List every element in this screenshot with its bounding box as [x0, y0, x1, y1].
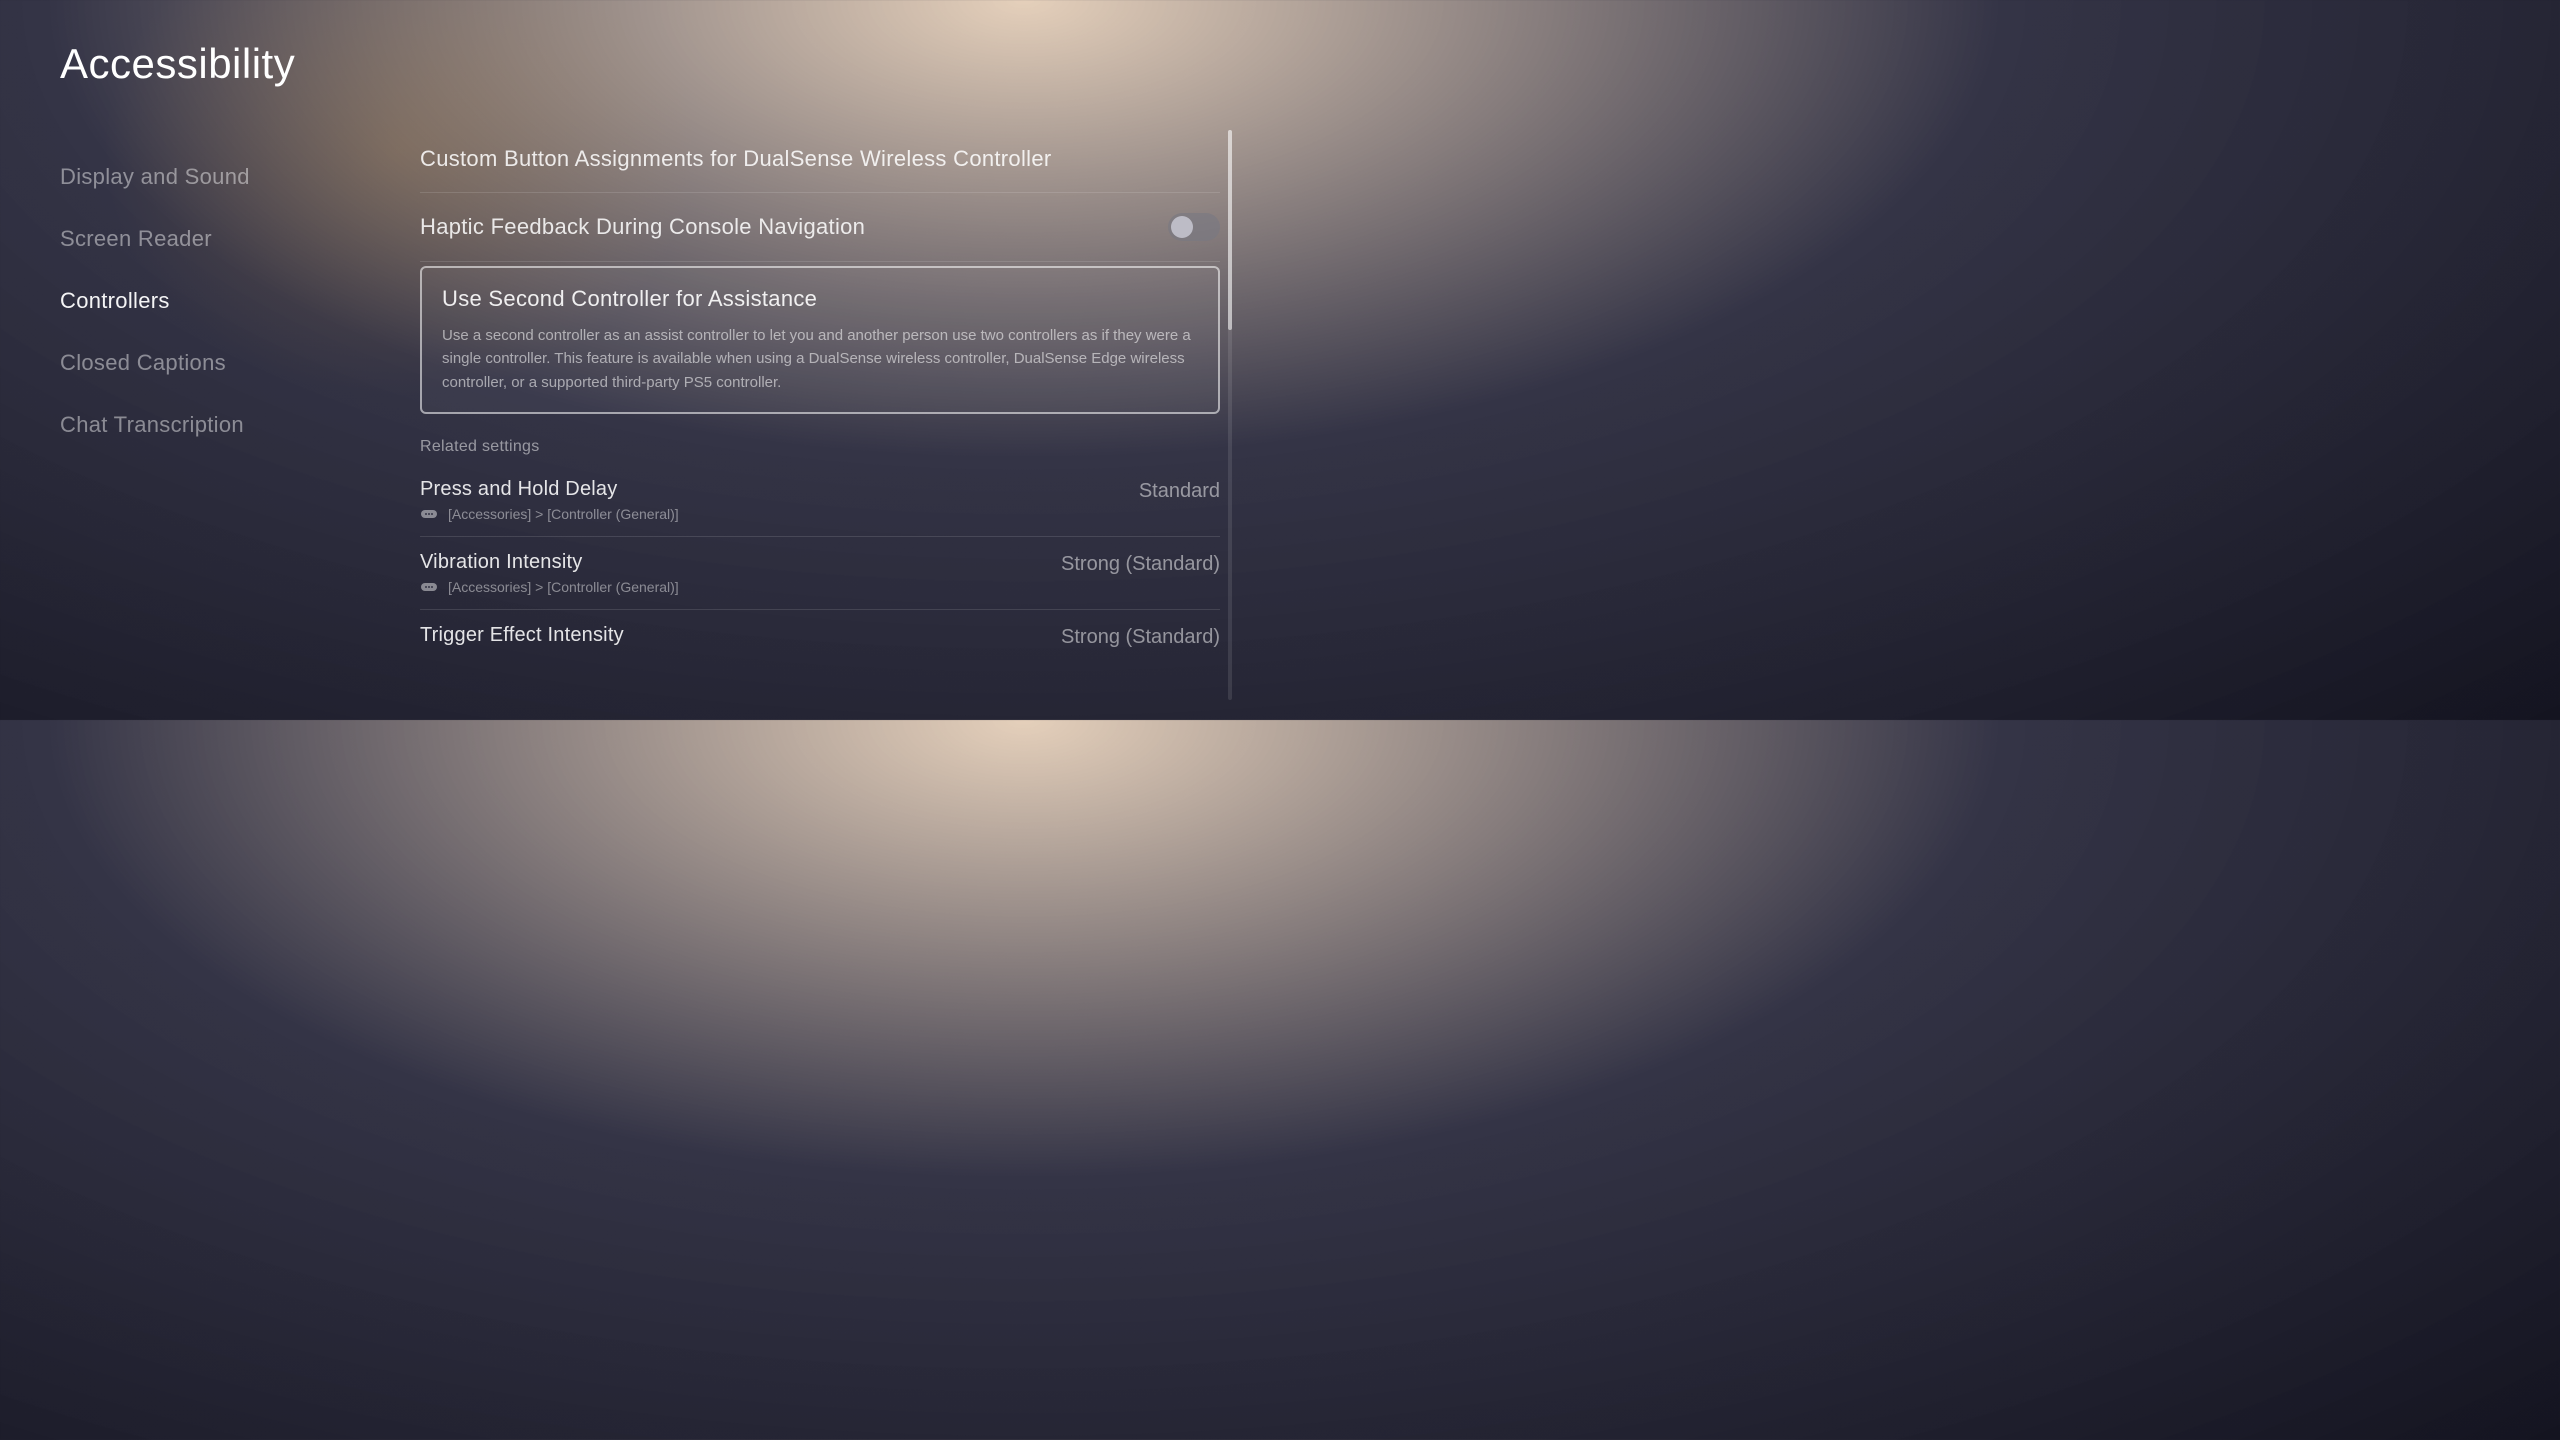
press-hold-path: [Accessories] > [Controller (General)]	[420, 506, 679, 522]
related-setting-trigger[interactable]: Trigger Effect Intensity Strong (Standar…	[420, 610, 1220, 663]
trigger-value: Strong (Standard)	[1061, 624, 1220, 649]
related-setting-vibration[interactable]: Vibration Intensity [Accessories] > [Con…	[420, 537, 1220, 610]
settings-list: Custom Button Assignments for DualSense …	[420, 138, 1220, 663]
main-content: Custom Button Assignments for DualSense …	[400, 138, 1220, 720]
press-hold-left: Press and Hold Delay [Accessories] > [Co…	[420, 478, 679, 522]
custom-button-label: Custom Button Assignments for DualSense …	[420, 146, 1052, 172]
related-setting-press-hold[interactable]: Press and Hold Delay [Accessories] > [Co…	[420, 464, 1220, 537]
haptic-feedback-label: Haptic Feedback During Console Navigatio…	[420, 214, 865, 240]
sidebar-item-chat-transcription[interactable]: Chat Transcription	[60, 394, 400, 456]
sidebar-item-closed-captions[interactable]: Closed Captions	[60, 332, 400, 394]
page-container: Accessibility Display and Sound Screen R…	[0, 0, 1280, 720]
second-controller-desc: Use a second controller as an assist con…	[442, 324, 1198, 394]
sidebar: Display and Sound Screen Reader Controll…	[60, 138, 400, 720]
vibration-value: Strong (Standard)	[1061, 551, 1220, 576]
vibration-path: [Accessories] > [Controller (General)]	[420, 579, 679, 595]
trigger-title: Trigger Effect Intensity	[420, 624, 624, 647]
controller-icon-2	[420, 581, 438, 593]
page-title: Accessibility	[60, 40, 1220, 88]
setting-row-custom-button[interactable]: Custom Button Assignments for DualSense …	[420, 138, 1220, 193]
sidebar-item-screen-reader[interactable]: Screen Reader	[60, 208, 400, 270]
vibration-title: Vibration Intensity	[420, 551, 679, 574]
haptic-feedback-toggle[interactable]	[1168, 213, 1220, 241]
use-second-controller-box[interactable]: Use Second Controller for Assistance Use…	[420, 266, 1220, 414]
setting-row-haptic-feedback[interactable]: Haptic Feedback During Console Navigatio…	[420, 193, 1220, 262]
content-area: Display and Sound Screen Reader Controll…	[60, 138, 1220, 720]
related-settings-label: Related settings	[420, 438, 1220, 456]
controller-icon	[420, 508, 438, 520]
sidebar-item-display-and-sound[interactable]: Display and Sound	[60, 146, 400, 208]
second-controller-title: Use Second Controller for Assistance	[442, 286, 1198, 312]
press-hold-title: Press and Hold Delay	[420, 478, 679, 501]
press-hold-value: Standard	[1139, 478, 1220, 503]
sidebar-item-controllers[interactable]: Controllers	[60, 270, 400, 332]
vibration-left: Vibration Intensity [Accessories] > [Con…	[420, 551, 679, 595]
trigger-left: Trigger Effect Intensity	[420, 624, 624, 647]
